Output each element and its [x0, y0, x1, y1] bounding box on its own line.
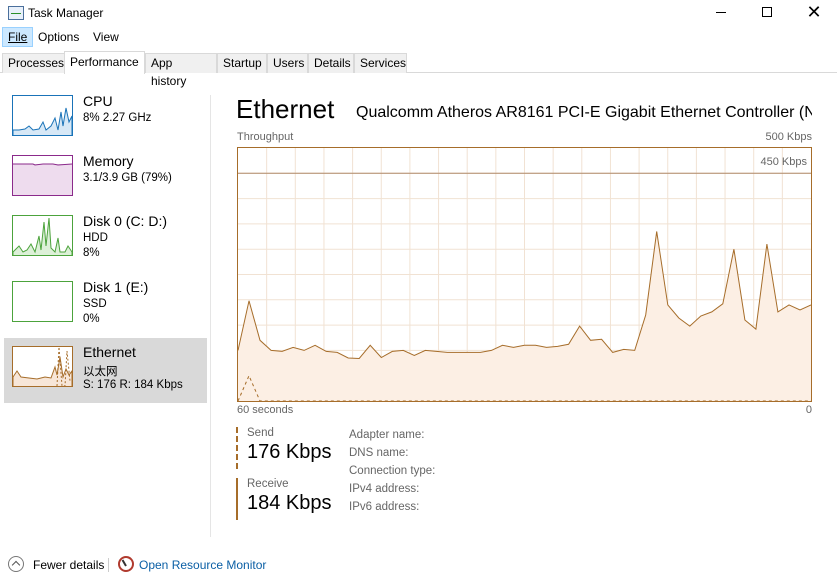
resource-name: Disk 0 (C: D:) — [83, 213, 167, 229]
close-icon: ✕ — [806, 2, 822, 22]
graph-axis-left: 60 seconds — [237, 404, 294, 416]
tab-startup[interactable]: Startup — [217, 53, 267, 73]
adapter-description: Qualcomm Atheros AR8161 PCI-E Gigabit Et… — [356, 104, 812, 121]
tab-app-history[interactable]: App history — [145, 53, 217, 88]
resource-detail: 8% 2.27 GHz — [83, 112, 152, 124]
resource-disk-0[interactable]: Disk 0 (C: D:) HDD 8% — [4, 207, 207, 269]
receive-label: Receive — [247, 478, 289, 490]
ipv4-address-label: IPv4 address: — [349, 483, 420, 495]
fewer-details-button[interactable]: Fewer details — [33, 558, 104, 572]
adapter-name-label: Adapter name: — [349, 429, 425, 441]
send-label: Send — [247, 427, 274, 439]
close-button[interactable]: ✕ — [791, 0, 837, 26]
connection-type-label: Connection type: — [349, 465, 436, 477]
adapter-properties: Adapter name: DNS name: Connection type:… — [349, 428, 435, 518]
resource-monitor-icon[interactable] — [118, 556, 134, 572]
ipv6-address-label: IPv6 address: — [349, 501, 420, 513]
resource-detail: 以太网 — [83, 366, 118, 378]
send-stat: Send 176 Kbps — [236, 427, 336, 469]
sidebar-divider — [210, 95, 211, 537]
minimize-button[interactable] — [699, 0, 745, 26]
open-resource-monitor-link[interactable]: Open Resource Monitor — [139, 558, 266, 572]
cpu-thumbnail — [12, 95, 73, 136]
menu-file[interactable]: File — [2, 27, 34, 47]
tab-performance[interactable]: Performance — [64, 51, 145, 74]
task-manager-icon — [8, 6, 24, 20]
resource-detail: HDD — [83, 232, 108, 244]
ethernet-thumbnail — [12, 346, 73, 387]
throughput-chart — [238, 148, 811, 401]
minimize-icon — [716, 12, 726, 13]
receive-value: 184 Kbps — [247, 492, 332, 514]
resource-detail: SSD — [83, 298, 107, 310]
disk0-thumbnail — [12, 215, 73, 256]
send-value: 176 Kbps — [247, 441, 332, 463]
resource-name: Disk 1 (E:) — [83, 279, 149, 295]
resource-disk-1[interactable]: Disk 1 (E:) SSD 0% — [4, 273, 207, 335]
resource-detail: 8% — [83, 247, 100, 259]
menu-bar: File Options View — [0, 27, 837, 48]
footer-divider — [108, 558, 109, 572]
tab-users[interactable]: Users — [267, 53, 308, 73]
maximize-button[interactable] — [745, 0, 791, 26]
graph-scale-label: 450 Kbps — [760, 156, 807, 168]
resource-detail: 3.1/3.9 GB (79%) — [83, 172, 172, 184]
page-title: Ethernet — [236, 94, 335, 124]
resource-name: Memory — [83, 153, 134, 169]
resource-ethernet[interactable]: Ethernet 以太网 S: 176 R: 184 Kbps — [4, 338, 207, 403]
graph-label: Throughput — [237, 131, 294, 143]
tab-details[interactable]: Details — [308, 53, 354, 73]
resource-detail: 0% — [83, 313, 100, 325]
throughput-graph: 450 Kbps — [237, 147, 812, 402]
chevron-up-icon[interactable] — [8, 556, 24, 572]
title-bar: Task Manager ✕ — [0, 0, 837, 26]
resource-detail: S: 176 R: 184 Kbps — [83, 379, 183, 391]
maximize-icon — [762, 7, 772, 17]
tab-processes[interactable]: Processes — [2, 53, 65, 73]
tab-bar: Processes Performance App history Startu… — [0, 51, 837, 88]
resource-name: CPU — [83, 93, 113, 109]
resource-name: Ethernet — [83, 344, 136, 360]
resource-memory[interactable]: Memory 3.1/3.9 GB (79%) — [4, 147, 207, 209]
menu-options[interactable]: Options — [33, 27, 84, 47]
resource-cpu[interactable]: CPU 8% 2.27 GHz — [4, 87, 207, 149]
graph-max-label: 500 Kbps — [765, 131, 812, 143]
memory-thumbnail — [12, 155, 73, 196]
footer: Fewer details Open Resource Monitor — [0, 550, 837, 580]
tab-services[interactable]: Services — [354, 53, 407, 73]
window-title: Task Manager — [28, 6, 104, 20]
graph-axis-right: 0 — [805, 404, 812, 416]
menu-view[interactable]: View — [88, 27, 124, 47]
dns-name-label: DNS name: — [349, 447, 409, 459]
disk1-thumbnail — [12, 281, 73, 322]
receive-stat: Receive 184 Kbps — [236, 478, 336, 520]
